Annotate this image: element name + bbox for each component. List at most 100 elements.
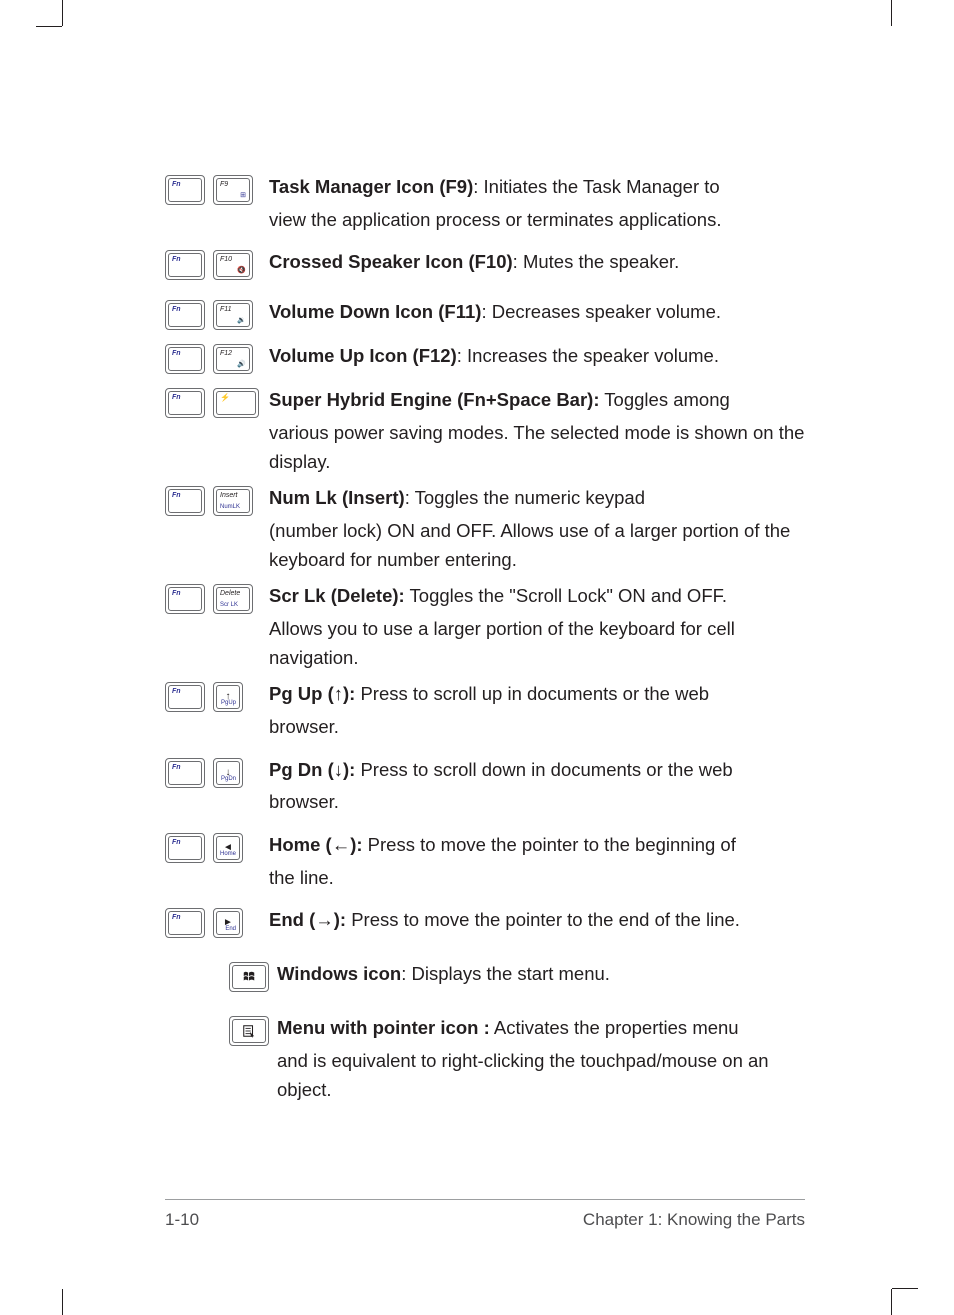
key-combo: Fn F9⊞: [165, 173, 269, 205]
shortcut-title: Volume Down Icon (F11): [269, 301, 481, 322]
shortcut-row-f12: FnF12🔊Volume Up Icon (F12): Increases th…: [165, 342, 805, 374]
key-combo: FnF12🔊: [165, 342, 269, 374]
key-combo: Fn F10🔇: [165, 248, 269, 280]
shortcut-row-f9: Fn F9⊞ Task Manager Icon (F9): Initiates t…: [165, 173, 805, 234]
shortcut-description: Crossed Speaker Icon (F10): Mutes the sp…: [269, 248, 805, 277]
shortcut-row-insert: FnInsertNumLKNum Lk (Insert): Toggles th…: [165, 484, 805, 574]
shortcut-title: Volume Up Icon (F12): [269, 345, 457, 366]
shortcut-title: Pg Up (↑):: [269, 683, 355, 704]
crop-mark: [891, 1289, 892, 1315]
shortcut-title-line: Menu with pointer icon : Activates the p…: [277, 1017, 739, 1038]
fn-key-icon: Fn: [165, 908, 205, 938]
key-combo: [165, 1014, 277, 1046]
shortcut-title-line: Pg Dn (↓): Press to scroll down in docum…: [269, 759, 733, 780]
shortcut-row-delete: Fn DeleteScr LK Scr Lk (Delete): Toggles t…: [165, 582, 805, 672]
shortcut-title: Super Hybrid Engine (Fn+Space Bar):: [269, 389, 600, 410]
shortcut-continuation: browser.: [269, 713, 805, 742]
menu-key-icon: [229, 1016, 269, 1046]
shortcut-after-title: Press to scroll down in documents or the…: [355, 759, 732, 780]
page-footer: 1-10 Chapter 1: Knowing the Parts: [165, 1199, 805, 1230]
delete-key-icon: DeleteScr LK: [213, 584, 253, 614]
shortcut-row-menu: Menu with pointer icon : Activates the p…: [165, 1014, 805, 1104]
shortcut-title-line: Scr Lk (Delete): Toggles the "Scroll Loc…: [269, 585, 727, 606]
chapter-title: Chapter 1: Knowing the Parts: [583, 1210, 805, 1230]
f9-key-icon: F9⊞: [213, 175, 253, 205]
shortcut-title-line: End (→): Press to move the pointer to th…: [269, 909, 740, 930]
shortcut-after-title: Toggles among: [600, 389, 730, 410]
crop-mark: [62, 1289, 63, 1315]
shortcut-title-line: Windows icon: Displays the start menu.: [277, 963, 610, 984]
shortcut-title: Task Manager Icon (F9): [269, 176, 473, 197]
crop-mark: [36, 26, 62, 27]
shortcut-row-pgup: Fn↑PgUpPg Up (↑): Press to scroll up in …: [165, 680, 805, 741]
home-key-icon: ◄Home: [213, 833, 243, 863]
shortcut-after-title: Press to scroll up in documents or the w…: [355, 683, 709, 704]
win-key-icon: [229, 962, 269, 992]
fn-key-icon: Fn: [165, 486, 205, 516]
shortcut-after-title: : Increases the speaker volume.: [457, 345, 719, 366]
shortcut-description: End (→): Press to move the pointer to th…: [269, 906, 805, 935]
shortcut-row-end: Fn►EndEnd (→): Press to move the pointer…: [165, 906, 805, 938]
shortcut-after-title: : Decreases speaker volume.: [481, 301, 721, 322]
fn-key-icon: Fn: [165, 300, 205, 330]
shortcut-continuation: and is equivalent to right-clicking the …: [277, 1047, 805, 1104]
shortcut-continuation: browser.: [269, 788, 805, 817]
shortcut-title-line: Volume Up Icon (F12): Increases the spea…: [269, 345, 719, 366]
shortcut-title-line: Super Hybrid Engine (Fn+Space Bar): Togg…: [269, 389, 730, 410]
key-combo: Fn F11🔉: [165, 298, 269, 330]
shortcut-row-pgdn: Fn ↓PgDn Pg Dn (↓): Press to scroll down i…: [165, 756, 805, 817]
shortcut-title: Crossed Speaker Icon (F10): [269, 251, 513, 272]
shortcut-after-title: Press to move the pointer to the end of …: [346, 909, 740, 930]
pgdn-key-icon: ↓PgDn: [213, 758, 243, 788]
fn-key-icon: Fn: [165, 758, 205, 788]
key-combo: Fn ◄Home: [165, 831, 269, 863]
shortcut-continuation: Allows you to use a larger portion of th…: [269, 615, 805, 672]
shortcut-after-title: : Mutes the speaker.: [513, 251, 680, 272]
shortcut-description: Menu with pointer icon : Activates the p…: [277, 1014, 805, 1104]
content-area: Fn F9⊞ Task Manager Icon (F9): Initiates t…: [165, 173, 805, 1114]
key-combo: Fn↑PgUp: [165, 680, 269, 712]
shortcut-row-space: Fn⚡Super Hybrid Engine (Fn+Space Bar): T…: [165, 386, 805, 476]
shortcut-title-line: Task Manager Icon (F9): Initiates the Ta…: [269, 176, 720, 197]
f11-key-icon: F11🔉: [213, 300, 253, 330]
shortcut-row-win: Windows icon: Displays the start menu.: [165, 960, 805, 992]
key-combo: Fn►End: [165, 906, 269, 938]
shortcut-after-title: Press to move the pointer to the beginni…: [363, 834, 736, 855]
fn-key-icon: Fn: [165, 250, 205, 280]
shortcut-continuation: (number lock) ON and OFF. Allows use of …: [269, 517, 805, 574]
shortcut-description: Scr Lk (Delete): Toggles the "Scroll Loc…: [269, 582, 805, 672]
shortcut-after-title: : Displays the start menu.: [401, 963, 610, 984]
shortcut-title-line: Num Lk (Insert): Toggles the numeric key…: [269, 487, 645, 508]
crop-mark: [891, 0, 892, 26]
shortcut-description: Volume Up Icon (F12): Increases the spea…: [269, 342, 805, 371]
shortcut-description: Volume Down Icon (F11): Decreases speake…: [269, 298, 805, 327]
shortcut-title: End (→):: [269, 909, 346, 930]
shortcut-after-title: Toggles the "Scroll Lock" ON and OFF.: [405, 585, 727, 606]
key-combo: [165, 960, 277, 992]
shortcut-row-f11: Fn F11🔉 Volume Down Icon (F11): Decreases …: [165, 298, 805, 330]
shortcut-title: Num Lk (Insert): [269, 487, 405, 508]
shortcut-title-line: Volume Down Icon (F11): Decreases speake…: [269, 301, 721, 322]
shortcut-title: Scr Lk (Delete):: [269, 585, 405, 606]
shortcut-description: Pg Dn (↓): Press to scroll down in docum…: [269, 756, 805, 817]
key-combo: Fn DeleteScr LK: [165, 582, 269, 614]
shortcut-title: Windows icon: [277, 963, 401, 984]
shortcut-after-title: Activates the properties menu: [490, 1017, 739, 1038]
fn-key-icon: Fn: [165, 584, 205, 614]
shortcut-continuation: view the application process or terminat…: [269, 206, 805, 235]
shortcut-title-line: Crossed Speaker Icon (F10): Mutes the sp…: [269, 251, 679, 272]
shortcut-continuation: the line.: [269, 864, 805, 893]
shortcut-title: Pg Dn (↓):: [269, 759, 355, 780]
f10-key-icon: F10🔇: [213, 250, 253, 280]
shortcut-description: Num Lk (Insert): Toggles the numeric key…: [269, 484, 805, 574]
shortcut-title: Menu with pointer icon :: [277, 1017, 490, 1038]
shortcut-after-title: : Initiates the Task Manager to: [473, 176, 719, 197]
fn-key-icon: Fn: [165, 175, 205, 205]
shortcut-title: Home (←):: [269, 834, 363, 855]
fn-key-icon: Fn: [165, 388, 205, 418]
key-combo: Fn⚡: [165, 386, 269, 418]
shortcut-continuation: various power saving modes. The selected…: [269, 419, 805, 476]
pgup-key-icon: ↑PgUp: [213, 682, 243, 712]
fn-key-icon: Fn: [165, 833, 205, 863]
shortcut-description: Pg Up (↑): Press to scroll up in documen…: [269, 680, 805, 741]
